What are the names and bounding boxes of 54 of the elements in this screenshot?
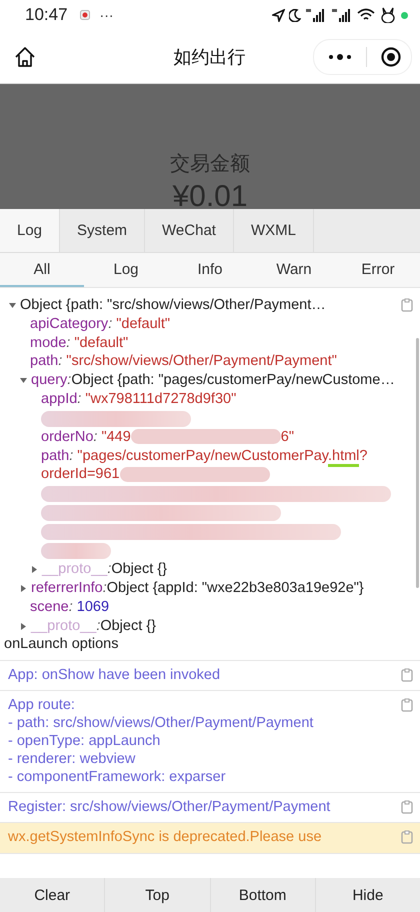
filter-tab[interactable]: All bbox=[0, 253, 84, 287]
page-title: 如约出行 bbox=[172, 46, 246, 68]
redaction-blur bbox=[41, 543, 111, 560]
log-message: wx.getSystemInfoSync is deprecated.Please use bbox=[8, 828, 323, 847]
object-line: Object {path: "src/show/views/Other/Payment… bbox=[20, 296, 326, 315]
property-line: appId: "wx798111d7278d9f30" bbox=[41, 390, 236, 409]
close-icon[interactable] bbox=[381, 46, 401, 66]
property-line: path: "pages/customerPay/newCustomerPay.html? orderId=961 bbox=[41, 446, 368, 484]
property-line: mode: "default" bbox=[30, 334, 128, 352]
clipboard-icon[interactable] bbox=[401, 830, 413, 844]
filter-tab[interactable]: Log bbox=[84, 253, 168, 287]
expand-arrow-icon[interactable] bbox=[19, 584, 28, 593]
property-line: path: "src/show/views/Other/Payment/Payment" bbox=[30, 352, 337, 372]
rabbit-icon bbox=[379, 7, 397, 23]
console-action-button[interactable]: Hide bbox=[316, 878, 420, 912]
property-line: orderNo: "449 6" bbox=[41, 428, 294, 447]
expand-arrow-icon[interactable] bbox=[30, 565, 39, 574]
status-more: ··· bbox=[100, 7, 114, 23]
status-time: 10:47 bbox=[25, 5, 68, 25]
more-icon[interactable] bbox=[328, 52, 352, 60]
clipboard-icon[interactable] bbox=[401, 698, 413, 712]
object-line: query:Object {path: "pages/customerPay/newCustome… bbox=[31, 371, 395, 390]
console-action-button[interactable]: Top bbox=[105, 878, 210, 912]
expand-arrow-icon[interactable] bbox=[19, 376, 28, 386]
object-line: __proto__:Object {} bbox=[31, 616, 156, 636]
console-action-button[interactable]: Clear bbox=[0, 878, 106, 912]
amount-label: 交易金额 bbox=[170, 152, 250, 177]
log-caption: onLaunch options bbox=[4, 635, 120, 654]
clipboard-icon[interactable] bbox=[401, 668, 413, 682]
log-message: Register: src/show/views/Other/Payment/Payment bbox=[8, 798, 332, 816]
console-action-button[interactable]: Bottom bbox=[210, 878, 316, 912]
status-dot-icon bbox=[401, 12, 408, 18]
console-tab[interactable]: Log bbox=[0, 209, 60, 252]
filter-tab[interactable]: Info bbox=[168, 253, 252, 287]
moon-icon bbox=[289, 8, 301, 22]
location-icon bbox=[272, 8, 285, 22]
amount-value: ¥0.01 bbox=[172, 179, 248, 209]
object-line: referrerInfo:Object {appId: "wxe22b3e803a19e92e"} bbox=[31, 578, 364, 598]
filter-tab[interactable]: Error bbox=[336, 253, 420, 287]
clipboard-icon[interactable] bbox=[401, 800, 413, 814]
property-line: apiCategory: "default" bbox=[30, 314, 170, 334]
clipboard-icon[interactable] bbox=[401, 298, 413, 312]
log-message: App: onShow have been invoked bbox=[8, 666, 222, 684]
record-icon bbox=[80, 10, 90, 20]
filter-tab[interactable]: Warn bbox=[252, 253, 336, 287]
expand-arrow-icon[interactable] bbox=[8, 301, 17, 310]
property-line: scene: 1069 bbox=[30, 598, 110, 617]
object-line: __proto__:Object {} bbox=[42, 560, 167, 579]
expand-arrow-icon[interactable] bbox=[19, 622, 28, 631]
wifi-icon bbox=[357, 8, 375, 22]
signal-icon bbox=[305, 8, 327, 22]
signal-icon bbox=[331, 8, 353, 22]
home-icon[interactable] bbox=[14, 46, 36, 68]
log-message: App route: - path: src/show/views/Other/Payment/Payment - openType: appLaunch - renderer: webview - componentFramework: exparser bbox=[8, 696, 314, 786]
